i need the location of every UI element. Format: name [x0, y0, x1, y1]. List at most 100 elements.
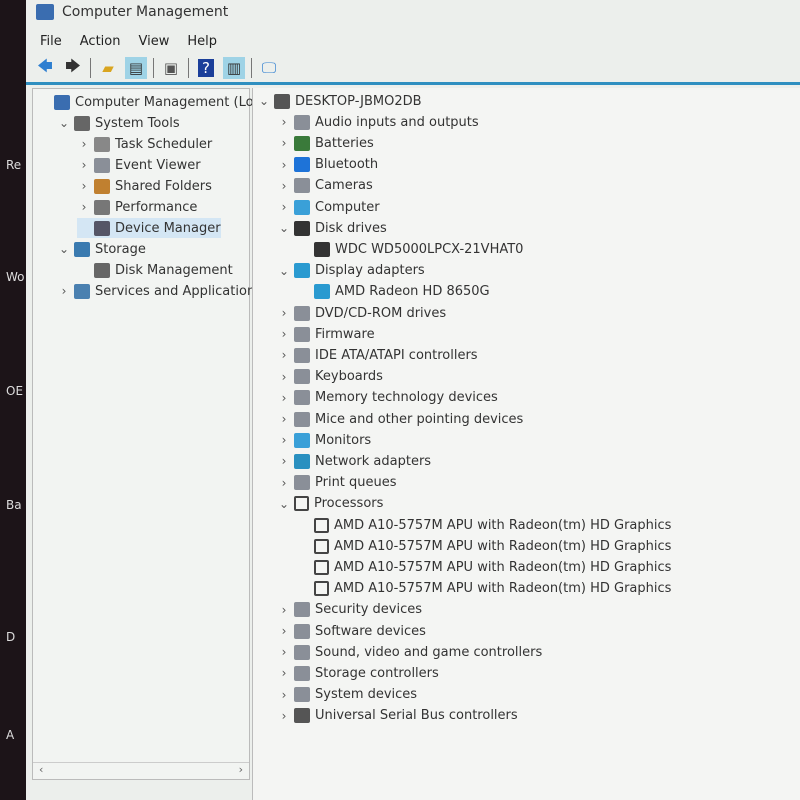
menu-view[interactable]: View — [138, 34, 169, 49]
chevron-right-icon[interactable]: › — [77, 179, 91, 193]
desktop-icon-label[interactable]: A — [6, 728, 14, 742]
chevron-right-icon[interactable]: › — [277, 327, 291, 341]
tree-item-label: System Tools — [95, 115, 180, 131]
chevron-right-icon[interactable]: › — [277, 645, 291, 659]
show-hide-console-tree-button[interactable]: ▤ — [125, 57, 147, 79]
desktop-icon-label[interactable]: Wo — [6, 270, 25, 284]
chevron-right-icon[interactable]: › — [277, 348, 291, 362]
device-category[interactable]: › Monitors — [277, 430, 371, 450]
chevron-right-icon[interactable]: › — [277, 688, 291, 702]
back-arrow-button[interactable]: 🡄 — [34, 57, 56, 79]
device-root[interactable]: ⌄ DESKTOP-JBMO2DB — [257, 91, 422, 111]
chevron-right-icon[interactable]: › — [277, 412, 291, 426]
firmware-icon — [294, 326, 310, 342]
device-category[interactable]: › Audio inputs and outputs — [277, 112, 479, 132]
chevron-down-icon[interactable]: ⌄ — [57, 116, 71, 130]
device-category[interactable]: › Sound, video and game controllers — [277, 642, 542, 662]
help-button[interactable]: ? — [195, 57, 217, 79]
device-category[interactable]: › Batteries — [277, 133, 374, 153]
scan-hardware-button[interactable]: 🖵 — [258, 57, 280, 79]
chevron-right-icon[interactable]: › — [277, 370, 291, 384]
menu-bar: File Action View Help — [26, 28, 800, 54]
device-category[interactable]: › IDE ATA/ATAPI controllers — [277, 345, 478, 365]
up-folder-button[interactable]: ▰ — [97, 57, 119, 79]
chevron-right-icon[interactable]: › — [277, 666, 291, 680]
chevron-right-icon[interactable]: › — [77, 137, 91, 151]
chevron-right-icon[interactable]: › — [277, 624, 291, 638]
device-category[interactable]: › Cameras — [277, 176, 373, 196]
show-hide-action-pane-button[interactable]: ▥ — [223, 57, 245, 79]
chevron-right-icon[interactable]: › — [277, 391, 291, 405]
camera-icon — [294, 178, 310, 194]
chevron-down-icon[interactable]: ⌄ — [257, 94, 271, 108]
console-tree-category[interactable]: Device Manager — [77, 218, 221, 238]
device-category[interactable]: › Universal Serial Bus controllers — [277, 706, 518, 726]
console-tree-category[interactable]: ⌄ System Tools — [57, 113, 180, 133]
console-tree-category[interactable]: ⌄ Storage — [57, 239, 146, 259]
device-category[interactable]: ⌄ Processors — [277, 494, 383, 514]
console-tree-root[interactable]: Computer Management (Local — [37, 92, 272, 112]
device-item[interactable]: AMD A10-5757M APU with Radeon(tm) HD Gra… — [297, 579, 671, 599]
horizontal-scrollbar[interactable]: ‹ › — [33, 762, 249, 779]
device-category[interactable]: › System devices — [277, 685, 417, 705]
device-category[interactable]: › Software devices — [277, 621, 426, 641]
chevron-right-icon[interactable]: › — [277, 179, 291, 193]
device-category[interactable]: ⌄ Display adapters — [277, 261, 425, 281]
desktop-icon-label[interactable]: OE — [6, 384, 23, 398]
scroll-left-icon[interactable]: ‹ — [39, 763, 43, 779]
chevron-right-icon[interactable]: › — [77, 158, 91, 172]
console-tree-category[interactable]: › Task Scheduler — [77, 134, 212, 154]
usb-icon — [294, 708, 310, 724]
menu-help[interactable]: Help — [187, 34, 217, 49]
chevron-down-icon[interactable]: ⌄ — [277, 497, 291, 511]
device-category[interactable]: ⌄ Disk drives — [277, 218, 387, 238]
tree-item-label: Software devices — [315, 623, 426, 639]
chevron-down-icon[interactable]: ⌄ — [277, 221, 291, 235]
console-tree-category[interactable]: › Shared Folders — [77, 176, 212, 196]
chevron-right-icon[interactable]: › — [57, 284, 71, 298]
console-tree-category[interactable]: › Event Viewer — [77, 155, 201, 175]
forward-arrow-button[interactable]: 🡆 — [62, 57, 84, 79]
chevron-right-icon[interactable]: › — [277, 454, 291, 468]
device-item[interactable]: AMD A10-5757M APU with Radeon(tm) HD Gra… — [297, 515, 671, 535]
device-category[interactable]: › Storage controllers — [277, 663, 439, 683]
chevron-right-icon[interactable]: › — [277, 306, 291, 320]
console-tree-category[interactable]: › Performance — [77, 197, 197, 217]
chevron-right-icon[interactable]: › — [277, 115, 291, 129]
chevron-right-icon[interactable]: › — [277, 603, 291, 617]
device-category[interactable]: › Keyboards — [277, 367, 383, 387]
device-item[interactable]: AMD A10-5757M APU with Radeon(tm) HD Gra… — [297, 536, 671, 556]
device-category[interactable]: › Network adapters — [277, 451, 431, 471]
device-category[interactable]: › Memory technology devices — [277, 388, 498, 408]
device-category[interactable]: › Security devices — [277, 600, 422, 620]
chevron-right-icon[interactable]: › — [277, 200, 291, 214]
properties-button[interactable]: ▣ — [160, 57, 182, 79]
desktop-icon-label[interactable]: D — [6, 630, 15, 644]
device-category[interactable]: › Print queues — [277, 473, 397, 493]
menu-action[interactable]: Action — [80, 34, 121, 49]
device-category[interactable]: › DVD/CD-ROM drives — [277, 303, 446, 323]
device-category[interactable]: › Firmware — [277, 324, 375, 344]
chevron-right-icon[interactable]: › — [277, 158, 291, 172]
chevron-right-icon[interactable]: › — [77, 200, 91, 214]
menu-file[interactable]: File — [40, 34, 62, 49]
device-category[interactable]: › Bluetooth — [277, 155, 378, 175]
chevron-right-icon[interactable]: › — [277, 433, 291, 447]
device-item[interactable]: AMD Radeon HD 8650G — [297, 282, 490, 302]
device-category[interactable]: › Mice and other pointing devices — [277, 409, 523, 429]
tree-item-label: Services and Applications — [95, 283, 262, 299]
scroll-right-icon[interactable]: › — [239, 763, 243, 779]
desktop-icon-label[interactable]: Re — [6, 158, 21, 172]
device-item[interactable]: WDC WD5000LPCX-21VHAT0 — [297, 239, 523, 259]
chevron-down-icon[interactable]: ⌄ — [277, 264, 291, 278]
device-item[interactable]: AMD A10-5757M APU with Radeon(tm) HD Gra… — [297, 557, 671, 577]
device-category[interactable]: › Computer — [277, 197, 380, 217]
tree-item-label: DESKTOP-JBMO2DB — [295, 93, 422, 109]
desktop-icon-label[interactable]: Ba — [6, 498, 22, 512]
console-tree-category[interactable]: › Services and Applications — [57, 281, 262, 301]
chevron-right-icon[interactable]: › — [277, 476, 291, 490]
console-tree-category[interactable]: Disk Management — [77, 260, 233, 280]
chevron-down-icon[interactable]: ⌄ — [57, 242, 71, 256]
chevron-right-icon[interactable]: › — [277, 709, 291, 723]
chevron-right-icon[interactable]: › — [277, 136, 291, 150]
